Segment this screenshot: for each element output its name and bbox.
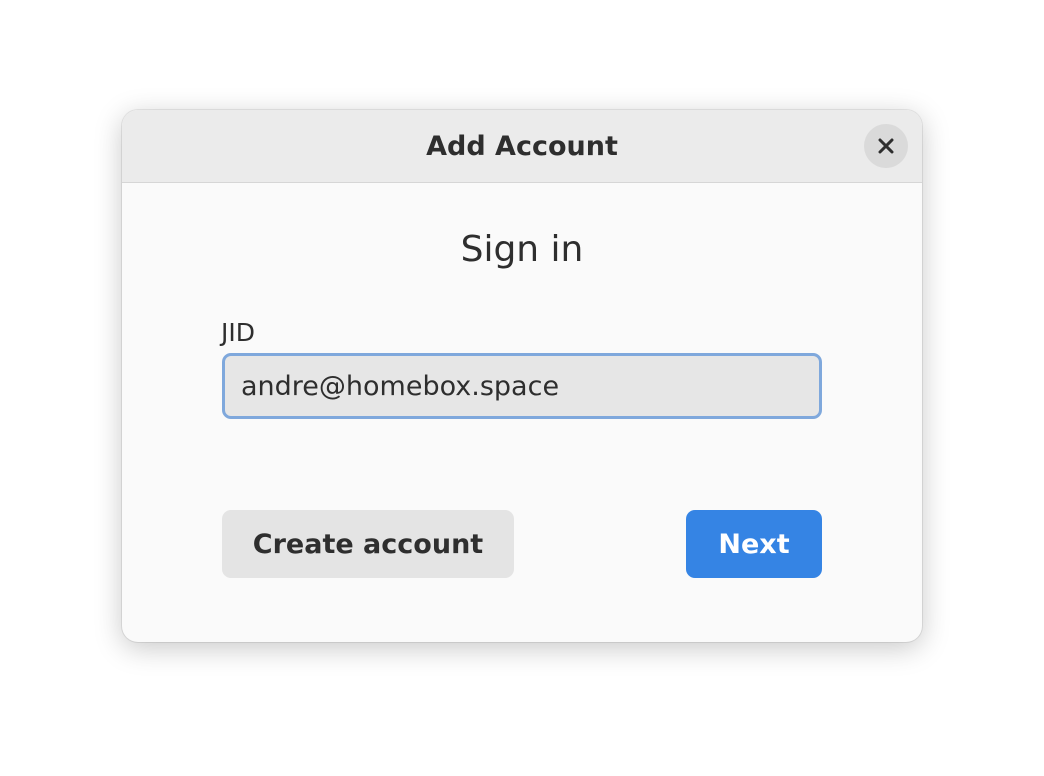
create-account-button[interactable]: Create account: [222, 510, 514, 578]
jid-label: JID: [221, 318, 255, 347]
add-account-dialog: Add Account Sign in JID Create account N…: [122, 110, 922, 642]
close-icon: [878, 138, 894, 154]
window-title: Add Account: [426, 131, 618, 162]
headerbar: Add Account: [122, 110, 922, 183]
close-button[interactable]: [864, 124, 908, 168]
page-heading: Sign in: [460, 229, 584, 270]
jid-input[interactable]: [222, 353, 822, 419]
next-button[interactable]: Next: [686, 510, 822, 578]
